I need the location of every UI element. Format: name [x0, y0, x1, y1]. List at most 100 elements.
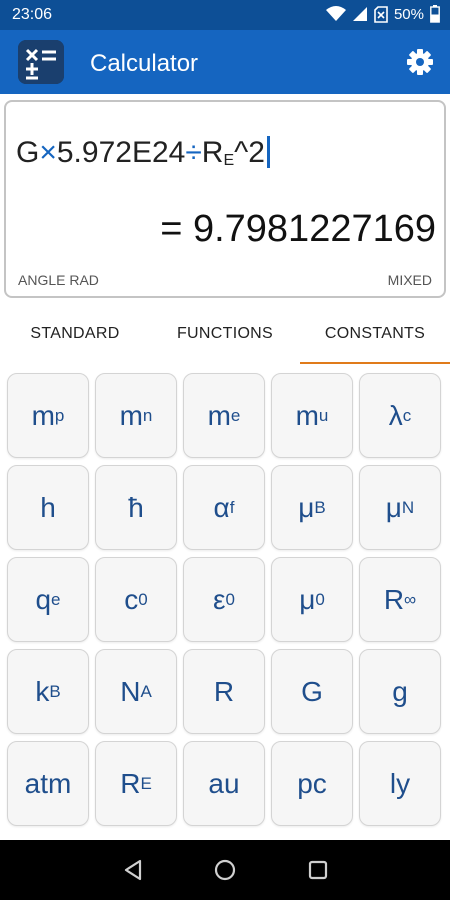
constant-key-kB[interactable]: kB	[7, 649, 89, 734]
keypad-tabs: STANDARD FUNCTIONS CONSTANTS	[0, 306, 450, 366]
constant-key-ħ[interactable]: ħ	[95, 465, 177, 550]
expression-token: G	[16, 136, 39, 169]
expression-token-text: 5.972E24	[56, 136, 186, 169]
constant-key-R∞[interactable]: R ∞	[359, 557, 441, 642]
expression-operator: ×	[39, 136, 57, 169]
expression-token-text: ^2	[234, 136, 265, 169]
constant-key-pc[interactable]: pc	[271, 741, 353, 826]
status-bar: 23:06 50%	[0, 0, 450, 30]
home-button[interactable]	[211, 856, 239, 884]
key-symbol: μ	[299, 583, 316, 615]
recents-button[interactable]	[304, 856, 332, 884]
expression-token: RE	[202, 136, 234, 169]
constants-keypad: m p m n m e m u λ c h ħ α f μ Bμ Nq e c 0 ε 0 μ 0 R ∞ k B N A R Gg atm R E…	[7, 373, 445, 833]
constant-key-au[interactable]: au	[183, 741, 265, 826]
constant-key-NA[interactable]: NA	[95, 649, 177, 734]
expression-subscript: E	[223, 152, 235, 169]
battery-icon	[430, 5, 440, 23]
key-symbol: α	[213, 491, 230, 523]
key-symbol: λ	[388, 399, 403, 431]
expression-token: 5.972E24	[57, 136, 185, 169]
expression-token: ^2	[234, 136, 265, 169]
key-symbol: m	[119, 399, 143, 431]
key-symbol: μ	[298, 491, 315, 523]
key-symbol: m	[207, 399, 231, 431]
constant-key-αf[interactable]: αf	[183, 465, 265, 550]
constant-key-RE[interactable]: RE	[95, 741, 177, 826]
expression-input[interactable]: G×5.972E24÷RE^2	[16, 136, 270, 170]
constant-key-g[interactable]: g	[359, 649, 441, 734]
key-subscript: c	[402, 405, 412, 425]
text-cursor	[266, 136, 270, 168]
gear-icon	[407, 49, 433, 75]
key-symbol: R	[383, 583, 405, 615]
key-subscript: B	[49, 681, 61, 701]
key-symbol: h	[40, 491, 56, 523]
key-symbol: R	[213, 675, 235, 707]
constant-key-qe[interactable]: qe	[7, 557, 89, 642]
constant-key-G[interactable]: G	[271, 649, 353, 734]
home-icon	[214, 859, 236, 881]
key-subscript: u	[318, 405, 329, 425]
signal-icon	[352, 7, 367, 21]
tab-constants[interactable]: CONSTANTS	[300, 306, 450, 366]
calculator-display[interactable]: G×5.972E24÷RE^2 = 9.7981227169 ANGLE RAD…	[4, 100, 446, 298]
result-value: = 9.7981227169	[160, 208, 436, 250]
constant-key-h[interactable]: h	[7, 465, 89, 550]
constant-key-μ0[interactable]: μ0	[271, 557, 353, 642]
status-icons: 50%	[325, 5, 440, 23]
wifi-icon	[325, 6, 346, 21]
key-subscript: p	[54, 405, 65, 425]
constant-key-atm[interactable]: atm	[7, 741, 89, 826]
constant-key-ly[interactable]: ly	[359, 741, 441, 826]
key-symbol: μ	[385, 491, 402, 523]
tab-functions[interactable]: FUNCTIONS	[150, 306, 300, 366]
expression-operator: ÷	[185, 136, 201, 169]
constant-key-μB[interactable]: μB	[271, 465, 353, 550]
key-subscript: B	[314, 497, 326, 517]
key-symbol: c	[124, 583, 139, 615]
angle-mode-indicator: ANGLE RAD	[18, 272, 99, 288]
key-symbol: G	[301, 675, 323, 707]
settings-button[interactable]	[404, 46, 436, 78]
key-symbol: atm	[24, 767, 72, 799]
key-subscript: 0	[315, 589, 325, 609]
key-symbol: N	[120, 675, 141, 707]
key-symbol: m	[295, 399, 319, 431]
constant-key-c0[interactable]: c0	[95, 557, 177, 642]
key-subscript: f	[229, 497, 235, 517]
constant-key-mp[interactable]: mp	[7, 373, 89, 458]
constant-key-μN[interactable]: μN	[359, 465, 441, 550]
key-symbol: g	[392, 675, 408, 707]
key-symbol: R	[120, 767, 141, 799]
constant-key-mu[interactable]: mu	[271, 373, 353, 458]
tab-standard[interactable]: STANDARD	[0, 306, 150, 366]
key-symbol: m	[31, 399, 55, 431]
key-subscript: n	[142, 405, 153, 425]
constant-key-ε0[interactable]: ε0	[183, 557, 265, 642]
key-subscript: e	[230, 405, 241, 425]
back-icon	[124, 859, 142, 881]
recents-icon	[308, 860, 328, 880]
key-subscript: A	[140, 681, 152, 701]
expression-token-text: R	[201, 136, 224, 169]
key-subscript: 0	[138, 589, 148, 609]
constant-key-λc[interactable]: λc	[359, 373, 441, 458]
constant-key-mn[interactable]: mn	[95, 373, 177, 458]
expression-token-text: ×	[39, 136, 57, 169]
constant-key-R[interactable]: R	[183, 649, 265, 734]
constant-key-me[interactable]: me	[183, 373, 265, 458]
back-button[interactable]	[120, 856, 148, 884]
key-symbol: ħ	[128, 491, 144, 523]
key-symbol: ly	[389, 767, 411, 799]
expression-text: G×5.972E24÷RE^2	[16, 136, 265, 169]
key-symbol: au	[208, 767, 240, 799]
key-subscript: E	[140, 773, 152, 793]
key-symbol: pc	[297, 767, 327, 799]
key-symbol: q	[35, 583, 52, 615]
battery-percent: 50%	[393, 5, 424, 23]
calculator-logo-icon	[18, 40, 64, 84]
format-mode-indicator: MIXED	[387, 272, 432, 288]
no-sim-icon	[374, 5, 388, 23]
key-subscript: N	[401, 497, 415, 517]
